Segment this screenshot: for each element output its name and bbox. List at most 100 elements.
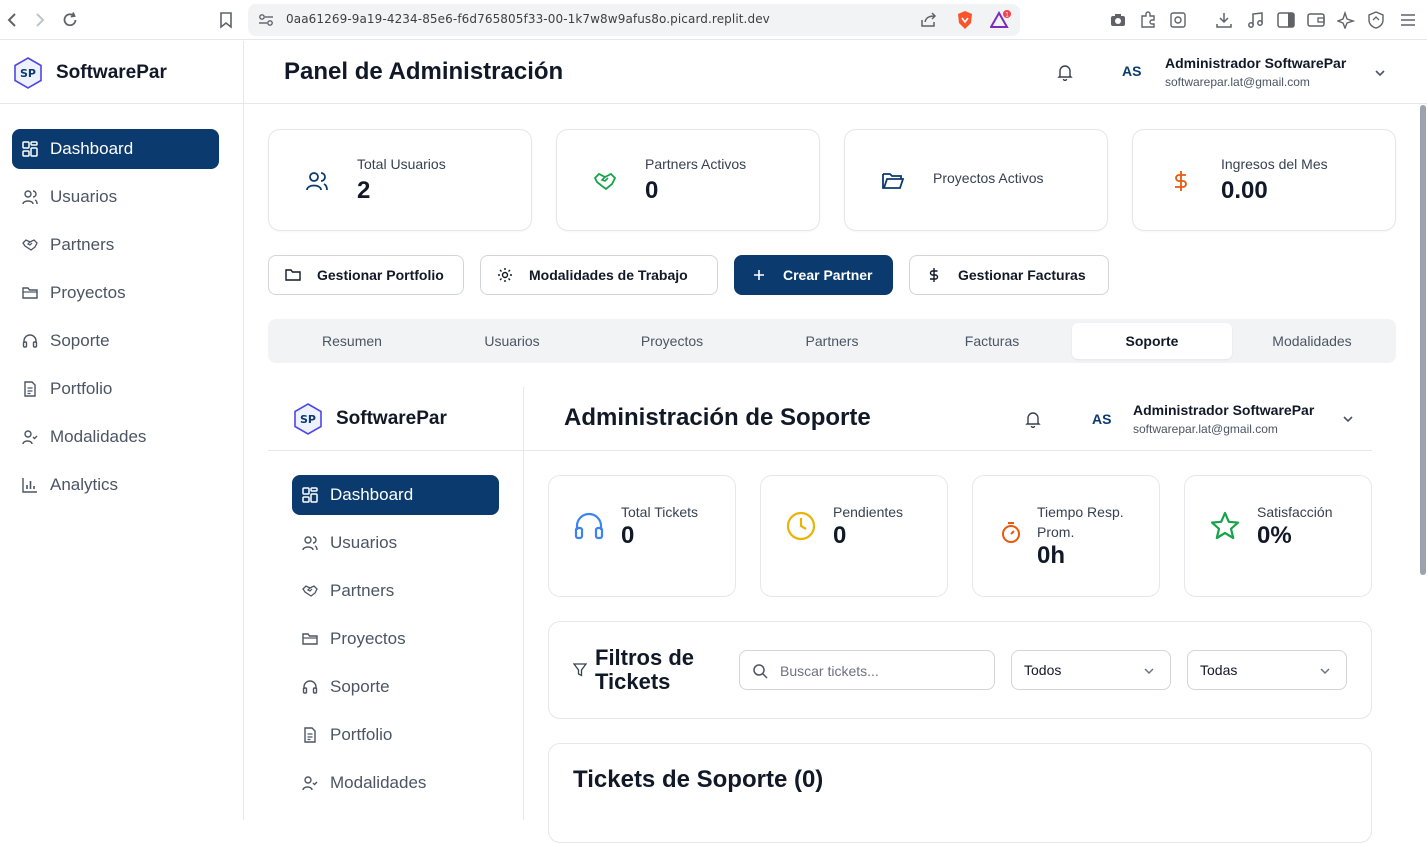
chevron-down-icon xyxy=(1142,664,1156,678)
sidebar-item-usuarios[interactable]: Usuarios xyxy=(12,177,219,217)
site-settings-icon[interactable] xyxy=(258,13,274,27)
support-panel: SP SoftwarePar Dashboard Usuarios Partne… xyxy=(268,387,1396,843)
vpn-icon[interactable] xyxy=(1366,10,1386,30)
inner-brand: SP SoftwarePar xyxy=(268,387,523,451)
user-check-icon xyxy=(22,429,38,445)
chevron-down-icon[interactable] xyxy=(1372,65,1388,81)
tab-facturas[interactable]: Facturas xyxy=(912,323,1072,359)
user-name: Administrador SoftwarePar xyxy=(1133,402,1315,418)
camera-icon[interactable] xyxy=(1108,10,1128,30)
leo-ai-icon[interactable] xyxy=(1336,10,1356,30)
extensions-icon[interactable] xyxy=(1138,10,1158,30)
gestionar-portfolio-button[interactable]: Gestionar Portfolio xyxy=(268,255,464,295)
sidebar: SP SoftwarePar Dashboard Usuarios Partne… xyxy=(0,41,244,820)
page-header: Panel de Administración AS Administrador… xyxy=(244,41,1427,104)
status-select-value: Todos xyxy=(1024,662,1062,678)
inner-sidebar-item-soporte[interactable]: Soporte xyxy=(292,667,499,707)
sidebar-item-analytics[interactable]: Analytics xyxy=(12,465,219,505)
inner-sidebar-item-dashboard[interactable]: Dashboard xyxy=(292,475,499,515)
ticket-filters: Filtros de Tickets Todos Todas xyxy=(548,621,1372,719)
sidebar-item-label: Proyectos xyxy=(50,283,126,302)
action-label: Crear Partner xyxy=(783,267,873,283)
reload-icon[interactable] xyxy=(60,10,80,30)
stat-card-partners-activos: Partners Activos 0 xyxy=(556,129,820,231)
folder-icon xyxy=(285,267,301,283)
page-scrollbar[interactable] xyxy=(1420,105,1426,575)
handshake-icon xyxy=(302,583,318,599)
sidebar-item-modalidades[interactable]: Modalidades xyxy=(12,417,219,457)
sidebar-item-soporte[interactable]: Soporte xyxy=(12,321,219,361)
modalidades-trabajo-button[interactable]: Modalidades de Trabajo xyxy=(480,255,718,295)
sidebar-item-label: Modalidades xyxy=(50,427,147,446)
search-input[interactable] xyxy=(780,661,980,681)
app-root: SP SoftwarePar Dashboard Usuarios Partne… xyxy=(0,41,1427,843)
user-email: softwarepar.lat@gmail.com xyxy=(1133,422,1278,436)
stat-label: Total Usuarios xyxy=(357,156,446,172)
filters-title: Filtros de Tickets xyxy=(595,645,695,694)
inner-sidebar-item-partners[interactable]: Partners xyxy=(292,571,499,611)
timer-icon xyxy=(999,520,1031,552)
back-icon[interactable] xyxy=(2,10,22,30)
url-text[interactable]: 0aa61269-9a19-4234-85e6-f6d765805f33-00-… xyxy=(286,12,770,26)
stat-card-ingresos-del-mes: Ingresos del Mes 0.00 xyxy=(1132,129,1396,231)
card-label: Pendientes xyxy=(833,504,904,520)
search-box[interactable] xyxy=(739,650,995,690)
softwarepar-logo[interactable]: SP xyxy=(291,402,325,436)
inner-sidebar-item-portfolio[interactable]: Portfolio xyxy=(292,715,499,755)
gestionar-facturas-button[interactable]: Gestionar Facturas xyxy=(909,255,1109,295)
avatar[interactable]: AS xyxy=(1092,411,1111,427)
bookmark-icon[interactable] xyxy=(216,10,236,30)
sidebar-item-partners[interactable]: Partners xyxy=(12,225,219,265)
tab-soporte[interactable]: Soporte xyxy=(1072,323,1232,359)
dashboard-icon xyxy=(302,487,318,503)
svg-text:SP: SP xyxy=(20,67,36,80)
tab-usuarios[interactable]: Usuarios xyxy=(432,323,592,359)
folder-icon xyxy=(22,285,38,301)
tab-modalidades[interactable]: Modalidades xyxy=(1232,323,1392,359)
page-title: Panel de Administración xyxy=(284,58,564,85)
bar-chart-icon xyxy=(22,477,38,493)
inner-sidebar-item-proyectos[interactable]: Proyectos xyxy=(292,619,499,659)
sidebar-item-label: Dashboard xyxy=(50,139,134,158)
forward-icon[interactable] xyxy=(30,10,50,30)
reader-icon[interactable] xyxy=(1168,10,1188,30)
sidebar-item-label: Modalidades xyxy=(330,773,427,792)
sidebar-item-label: Soporte xyxy=(50,331,110,350)
sidebar-item-portfolio[interactable]: Portfolio xyxy=(12,369,219,409)
priority-select[interactable]: Todas xyxy=(1187,650,1347,690)
share-icon[interactable] xyxy=(920,12,938,28)
sidebar-item-label: Dashboard xyxy=(330,485,414,504)
card-value: 0 xyxy=(833,522,847,549)
menu-icon[interactable] xyxy=(1398,10,1418,30)
rewards-icon[interactable]: 1 xyxy=(990,10,1012,30)
tabs-bar: Resumen Usuarios Proyectos Partners Fact… xyxy=(268,319,1396,363)
action-label: Gestionar Facturas xyxy=(958,267,1086,283)
chevron-down-icon[interactable] xyxy=(1340,411,1356,427)
action-label: Modalidades de Trabajo xyxy=(529,267,688,283)
address-bar[interactable]: 0aa61269-9a19-4234-85e6-f6d765805f33-00-… xyxy=(248,4,1020,36)
inner-sidebar-item-usuarios[interactable]: Usuarios xyxy=(292,523,499,563)
user-check-icon xyxy=(302,775,318,791)
inner-sidebar-item-modalidades[interactable]: Modalidades xyxy=(292,763,499,803)
music-icon[interactable] xyxy=(1246,10,1266,30)
tab-proyectos[interactable]: Proyectos xyxy=(592,323,752,359)
users-icon xyxy=(305,169,329,193)
svg-text:1: 1 xyxy=(1005,12,1009,19)
card-total-tickets: Total Tickets 0 xyxy=(548,475,736,597)
brave-shield-icon[interactable] xyxy=(956,10,974,30)
tab-partners[interactable]: Partners xyxy=(752,323,912,359)
sidebar-item-dashboard[interactable]: Dashboard xyxy=(12,129,219,169)
tab-resumen[interactable]: Resumen xyxy=(272,323,432,359)
card-pendientes: Pendientes 0 xyxy=(760,475,948,597)
bell-icon[interactable] xyxy=(1056,63,1074,81)
avatar[interactable]: AS xyxy=(1122,63,1141,79)
download-icon[interactable] xyxy=(1214,10,1234,30)
softwarepar-logo[interactable]: SP xyxy=(11,56,45,90)
wallet-icon[interactable] xyxy=(1306,10,1326,30)
bell-icon[interactable] xyxy=(1024,410,1042,428)
status-select[interactable]: Todos xyxy=(1011,650,1171,690)
stat-label: Proyectos Activos xyxy=(933,170,1044,186)
sidebar-item-proyectos[interactable]: Proyectos xyxy=(12,273,219,313)
sidebar-toggle-icon[interactable] xyxy=(1276,10,1296,30)
crear-partner-button[interactable]: Crear Partner xyxy=(734,255,893,295)
